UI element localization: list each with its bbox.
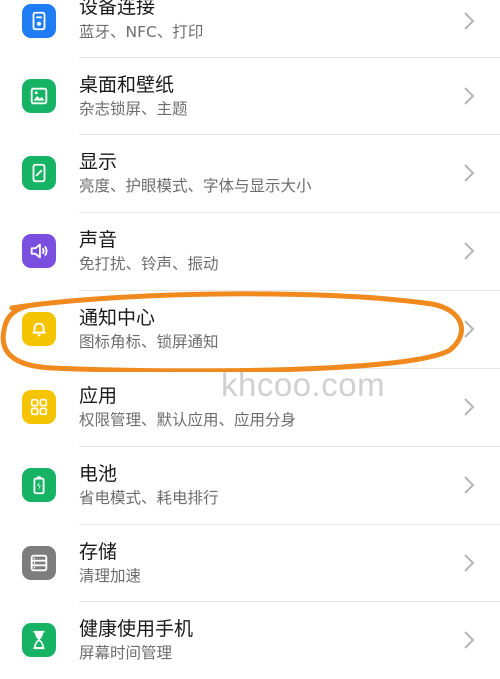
item-subtitle: 免打扰、铃声、振动 [79,255,219,273]
chevron-right-icon [462,474,476,496]
settings-item-battery[interactable]: 电池 省电模式、耗电排行 [0,446,500,524]
storage-icon [22,546,56,580]
settings-item-storage[interactable]: 存储 清理加速 [0,524,500,602]
device-connection-icon [22,4,56,38]
item-subtitle: 屏幕时间管理 [79,644,173,662]
wallpaper-icon [22,79,56,113]
chevron-right-icon [462,240,476,262]
battery-icon [22,468,56,502]
settings-item-digital-balance[interactable]: 健康使用手机 屏幕时间管理 [0,601,500,679]
chevron-right-icon [462,10,476,32]
item-title: 显示 [79,151,118,173]
chevron-right-icon [462,552,476,574]
item-title: 存储 [79,541,118,563]
chevron-right-icon [462,162,476,184]
item-subtitle: 亮度、护眼模式、字体与显示大小 [79,177,312,195]
item-title: 应用 [79,385,118,407]
item-title: 通知中心 [79,307,156,329]
sound-icon [22,234,56,268]
item-title: 声音 [79,229,118,251]
hourglass-icon [22,623,56,657]
settings-item-sound[interactable]: 声音 免打扰、铃声、振动 [0,212,500,290]
chevron-right-icon [462,629,476,651]
item-subtitle: 蓝牙、NFC、打印 [79,23,204,41]
item-subtitle: 权限管理、默认应用、应用分身 [79,411,297,429]
item-title: 设备连接 [79,0,156,18]
item-subtitle: 图标角标、锁屏通知 [79,333,219,351]
display-icon [22,156,56,190]
item-title: 桌面和壁纸 [79,74,175,96]
settings-item-notification-center[interactable]: 通知中心 图标角标、锁屏通知 [0,290,500,368]
settings-item-display[interactable]: 显示 亮度、护眼模式、字体与显示大小 [0,134,500,212]
chevron-right-icon [462,85,476,107]
bell-icon [22,312,56,346]
apps-grid-icon [22,390,56,424]
item-subtitle: 省电模式、耗电排行 [79,489,219,507]
chevron-right-icon [462,396,476,418]
chevron-right-icon [462,318,476,340]
item-subtitle: 杂志锁屏、主题 [79,100,188,118]
settings-item-apps[interactable]: 应用 权限管理、默认应用、应用分身 [0,368,500,446]
settings-item-device-connection[interactable]: 设备连接 蓝牙、NFC、打印 [0,0,500,60]
item-title: 健康使用手机 [79,618,194,640]
settings-item-wallpaper[interactable]: 桌面和壁纸 杂志锁屏、主题 [0,57,500,135]
item-subtitle: 清理加速 [79,567,142,585]
item-title: 电池 [79,463,118,485]
